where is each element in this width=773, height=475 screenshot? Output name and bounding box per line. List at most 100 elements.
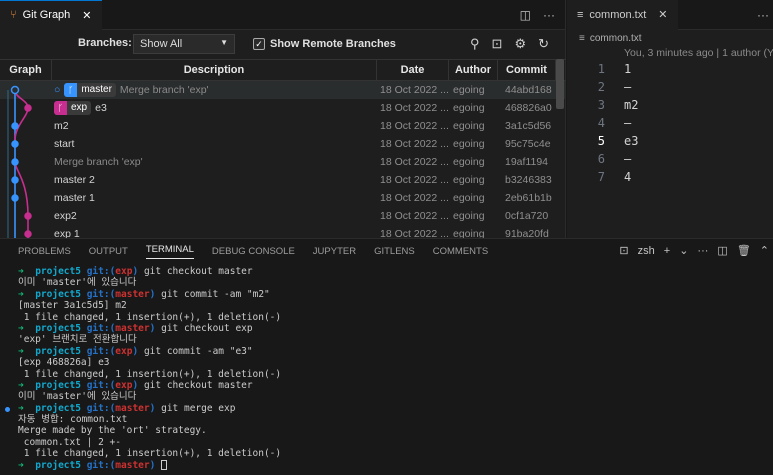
- blame-annotation[interactable]: You, 3 minutes ago | 1 author (You): [624, 47, 773, 59]
- commit-description: ᚴ exp e3: [54, 99, 107, 117]
- command-marker-icon[interactable]: [5, 406, 10, 412]
- prompt-command: git merge exp: [161, 402, 236, 414]
- output-text: 1 file changed, 1 insertion(+), 1 deleti…: [18, 448, 282, 460]
- split-editor-icon[interactable]: ◫: [520, 8, 531, 22]
- terminal-output-line: common.txt | 2 +-: [0, 437, 773, 448]
- commit-node: [11, 140, 19, 148]
- commit-hash: 0cf1a720: [505, 210, 549, 222]
- line-number: 5: [597, 134, 605, 148]
- terminal-output-line: Merge made by the 'ort' strategy.: [0, 425, 773, 436]
- terminal-output[interactable]: ➜ project5 git:(exp) git checkout master…: [0, 266, 773, 471]
- breadcrumb[interactable]: ≡ common.txt: [567, 31, 773, 45]
- table-row[interactable]: ᚴ exp e3 18 Oct 2022 ... egoing 468826a0: [0, 99, 566, 117]
- prompt-branch: master: [115, 402, 150, 414]
- tab-gitlens[interactable]: GITLENS: [374, 246, 415, 257]
- terminal-icon[interactable]: ⊡: [492, 36, 503, 52]
- code-line[interactable]: 3 m2: [567, 96, 773, 114]
- show-remote-label[interactable]: Show Remote Branches: [270, 38, 396, 50]
- table-row[interactable]: exp2 18 Oct 2022 ... egoing 0cf1a720: [0, 207, 566, 225]
- chevron-up-icon[interactable]: ⌃: [760, 244, 769, 257]
- tab-jupyter[interactable]: JUPYTER: [313, 246, 356, 257]
- code-line[interactable]: 6–: [567, 150, 773, 168]
- chevron-down-icon: ▼: [220, 38, 228, 47]
- code-line[interactable]: 74: [567, 168, 773, 186]
- git-graph-toolbar: Branches: Show All ▼ ✓ Show Remote Branc…: [0, 30, 565, 58]
- code-line[interactable]: 2–: [567, 78, 773, 96]
- tab-debug-console[interactable]: DEBUG CONSOLE: [212, 246, 295, 257]
- search-icon[interactable]: ⚲: [470, 36, 480, 52]
- table-row[interactable]: ○ ᚴ master Merge branch 'exp' 18 Oct 2022 ..…: [0, 81, 566, 99]
- breadcrumb-file[interactable]: common.txt: [590, 33, 642, 44]
- bottom-panel: PROBLEMS OUTPUT TERMINAL DEBUG CONSOLE JUPYT…: [0, 238, 773, 475]
- line-text: –: [624, 116, 632, 130]
- terminal-icon: ⊡: [619, 245, 629, 257]
- prompt-arrow: ➜: [18, 288, 24, 300]
- prompt-git: git:(: [86, 459, 116, 471]
- prompt-arrow: ➜: [18, 266, 24, 277]
- table-row[interactable]: master 2 18 Oct 2022 ... egoing b3246383: [0, 171, 566, 189]
- commit-author: egoing: [453, 210, 485, 222]
- prompt-directory: project5: [35, 288, 81, 300]
- table-row[interactable]: Merge branch 'exp' 18 Oct 2022 ... egoing 1…: [0, 153, 566, 171]
- commit-author: egoing: [453, 174, 485, 186]
- code-line[interactable]: 11: [567, 60, 773, 78]
- table-row[interactable]: m2 18 Oct 2022 ... egoing 3a1c5d56: [0, 117, 566, 135]
- column-date[interactable]: Date: [377, 60, 449, 80]
- trash-icon[interactable]: 🗑: [737, 244, 751, 257]
- shell-name[interactable]: zsh: [638, 245, 655, 257]
- tab-comments[interactable]: COMMENTS: [433, 246, 488, 257]
- commit-date: 18 Oct 2022 ...: [380, 102, 449, 114]
- commit-message: master 2: [54, 174, 95, 186]
- line-number: 1: [597, 62, 605, 76]
- branch-badge-master[interactable]: ᚴ master: [64, 83, 116, 97]
- column-graph[interactable]: Graph: [0, 60, 52, 80]
- close-icon[interactable]: ✕: [658, 8, 667, 21]
- tab-git-graph[interactable]: ⑂ Git Graph ✕: [0, 0, 102, 30]
- editor-area: ⑂ Git Graph ✕ ◫ ··· Branches: Show All ▼…: [0, 0, 773, 238]
- table-row[interactable]: exp 1 18 Oct 2022 ... egoing 91ba20fd: [0, 225, 566, 238]
- file-icon: ≡: [577, 8, 584, 21]
- terminal-prompt-line: ➜ project5 git:(master) git merge exp: [0, 403, 773, 414]
- close-icon[interactable]: ✕: [82, 9, 91, 22]
- chevron-down-icon[interactable]: ⌄: [679, 244, 688, 257]
- column-author[interactable]: Author: [449, 60, 498, 80]
- column-description[interactable]: Description: [52, 60, 377, 80]
- tab-common-txt[interactable]: ≡ common.txt ✕: [567, 0, 678, 30]
- line-number: 2: [597, 80, 605, 94]
- refresh-icon[interactable]: ↻: [538, 36, 549, 52]
- commit-date: 18 Oct 2022 ...: [380, 138, 449, 150]
- tab-output[interactable]: OUTPUT: [89, 246, 128, 257]
- split-terminal-icon[interactable]: ◫: [717, 244, 727, 257]
- line-number: 6: [597, 152, 605, 166]
- code-line[interactable]: 4–: [567, 114, 773, 132]
- gear-icon[interactable]: ⚙: [514, 36, 526, 52]
- tab-terminal[interactable]: TERMINAL: [145, 244, 194, 259]
- more-actions-icon[interactable]: ···: [697, 245, 708, 257]
- terminal-output-line: 자동 병합: common.txt: [0, 414, 773, 425]
- prompt-arrow: ➜: [18, 459, 24, 471]
- table-row[interactable]: master 1 18 Oct 2022 ... egoing 2eb61b1b: [0, 189, 566, 207]
- prompt-directory: project5: [35, 459, 81, 471]
- output-text: 1 file changed, 1 insertion(+), 1 deleti…: [18, 311, 282, 323]
- output-text: [master 3a1c5d5] m2: [18, 300, 127, 312]
- commit-description: start: [54, 135, 74, 153]
- commit-message: exp 1: [54, 228, 80, 238]
- code-line[interactable]: 5 e3: [567, 132, 773, 150]
- branches-select[interactable]: Show All ▼: [133, 34, 235, 54]
- prompt-directory: project5: [35, 345, 81, 357]
- show-remote-checkbox[interactable]: ✓: [253, 38, 265, 50]
- commit-description: Merge branch 'exp': [54, 153, 143, 171]
- branch-icon: ᚴ: [64, 83, 78, 97]
- more-actions-icon[interactable]: ···: [543, 8, 555, 22]
- table-row[interactable]: start 18 Oct 2022 ... egoing 95c75c4e: [0, 135, 566, 153]
- scrollbar[interactable]: [556, 59, 564, 109]
- prompt-git: git:(: [86, 379, 116, 391]
- branch-badge-exp[interactable]: ᚴ exp: [54, 101, 92, 115]
- commit-date: 18 Oct 2022 ...: [380, 156, 449, 168]
- add-terminal-icon[interactable]: +: [664, 245, 670, 257]
- more-actions-icon[interactable]: ···: [757, 8, 769, 22]
- output-text: 자동 병합: common.txt: [18, 414, 128, 426]
- commit-list: ○ ᚴ master Merge branch 'exp' 18 Oct 2022 ..…: [0, 81, 566, 238]
- tab-problems[interactable]: PROBLEMS: [18, 246, 71, 257]
- column-commit[interactable]: Commit: [498, 60, 556, 80]
